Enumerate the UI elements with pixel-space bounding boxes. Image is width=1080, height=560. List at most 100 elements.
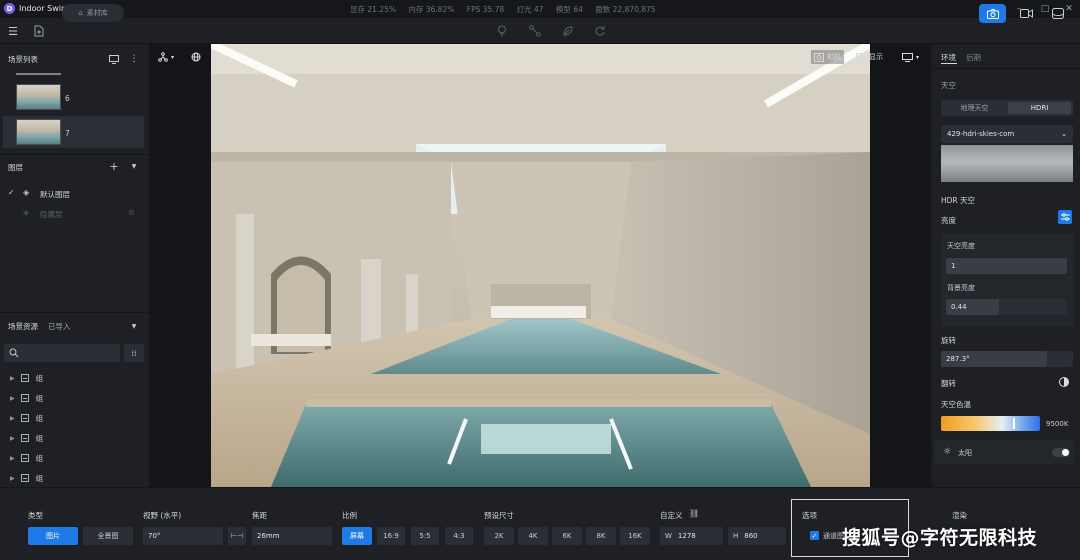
- link-icon[interactable]: ⛓: [689, 509, 699, 518]
- camera-view-label: 相机: [827, 53, 841, 61]
- transform-dropdown[interactable]: ▾: [158, 50, 174, 64]
- scene-thumbnail: [16, 84, 61, 110]
- photo-camera-button[interactable]: [979, 4, 1006, 23]
- layer-label[interactable]: 隐藏层: [40, 209, 63, 220]
- type-panorama-button[interactable]: 全景图: [83, 527, 133, 545]
- brightness-label: 亮度: [941, 216, 956, 225]
- sky-temperature-value: 9500K: [1046, 420, 1069, 428]
- asset-group-row[interactable]: ▶ 组: [10, 411, 43, 425]
- channel-checkbox[interactable]: ✓: [810, 531, 819, 540]
- display-icon: [856, 52, 866, 62]
- material-library-icon: ⌂: [78, 9, 83, 17]
- divider: [0, 312, 150, 313]
- layers-icon: ◈: [23, 208, 30, 217]
- focal-length-label: 焦距: [252, 511, 267, 520]
- ratio-5-5-button[interactable]: 5:5: [411, 527, 439, 545]
- globe-icon[interactable]: [191, 50, 201, 64]
- ratio-screen-button[interactable]: 屏幕: [342, 527, 372, 545]
- asset-group-row[interactable]: ▶ 组: [10, 391, 43, 405]
- grid-view-icon[interactable]: ⁞⁞: [124, 344, 144, 362]
- asset-group-row[interactable]: ▶ 组: [10, 471, 43, 485]
- type-image-button[interactable]: 图片: [28, 527, 78, 545]
- asset-group-row[interactable]: ▶ 组: [10, 371, 43, 385]
- leaf-icon[interactable]: [560, 23, 576, 39]
- expand-icon[interactable]: ▶: [10, 395, 15, 402]
- scene-label: 7: [65, 129, 70, 138]
- flip-label: 翻转: [941, 379, 956, 388]
- app-logo-icon: D: [4, 3, 15, 14]
- group-icon: [20, 374, 29, 382]
- hdri-tab[interactable]: HDRI: [1008, 102, 1071, 114]
- light-bulb-icon[interactable]: [494, 23, 510, 39]
- hdri-preview-image: [941, 145, 1073, 182]
- sky-brightness-slider[interactable]: 1: [946, 258, 1067, 274]
- watermark: 搜狐号@字符无限科技: [842, 527, 1038, 549]
- new-file-icon[interactable]: [32, 23, 46, 39]
- geo-sky-tab[interactable]: 地理天空: [943, 102, 1006, 114]
- filter-icon[interactable]: ▼: [128, 320, 140, 332]
- more-options-icon[interactable]: ⋮: [128, 53, 140, 65]
- group-icon: [20, 394, 29, 402]
- background-brightness-slider[interactable]: 0.44: [946, 299, 1067, 315]
- slider-fill: [946, 258, 1067, 274]
- camera-view-button[interactable]: 相机: [811, 50, 844, 64]
- refresh-icon[interactable]: [592, 23, 608, 39]
- rotation-slider[interactable]: 287.3°: [941, 351, 1073, 367]
- options-label: 选项: [802, 511, 817, 520]
- render-preview[interactable]: [211, 44, 870, 487]
- collapse-icon[interactable]: ▼: [128, 160, 140, 172]
- tab-environment[interactable]: 环境: [941, 52, 956, 63]
- monitor-icon[interactable]: [108, 53, 120, 65]
- preset-6k-button[interactable]: 6K: [552, 527, 582, 545]
- video-camera-button[interactable]: [1014, 4, 1038, 23]
- viewport-settings-dropdown[interactable]: ▾: [902, 50, 919, 64]
- preset-16k-button[interactable]: 16K: [620, 527, 650, 545]
- fov-input[interactable]: 70°: [143, 527, 223, 545]
- rotation-label: 旋转: [941, 336, 956, 345]
- tab-post-processing[interactable]: 后期: [966, 52, 981, 63]
- adjust-sliders-icon[interactable]: [1058, 210, 1072, 224]
- expand-icon[interactable]: ▶: [10, 415, 15, 422]
- eye-hidden-icon[interactable]: ⊘: [128, 208, 135, 217]
- mask-icon[interactable]: [212, 50, 222, 64]
- panorama-button[interactable]: [1046, 4, 1070, 23]
- camera-icon: [986, 8, 999, 19]
- group-label: 组: [35, 453, 44, 463]
- ratio-4-3-button[interactable]: 4:3: [445, 527, 473, 545]
- preset-2k-button[interactable]: 2K: [484, 527, 514, 545]
- ratio-16-9-button[interactable]: 16:9: [377, 527, 405, 545]
- assets-imported-tab[interactable]: 已导入: [48, 321, 71, 332]
- asset-search-input[interactable]: [4, 344, 120, 362]
- preset-4k-button[interactable]: 4K: [518, 527, 548, 545]
- display-button[interactable]: 显示: [856, 50, 883, 64]
- asset-group-row[interactable]: ▶ 组: [10, 431, 43, 445]
- menu-icon[interactable]: ☰: [6, 23, 20, 39]
- add-layer-icon[interactable]: +: [108, 160, 120, 173]
- check-icon[interactable]: ✓: [8, 188, 15, 197]
- hdri-select[interactable]: 429-hdri-skies-com ⌄: [941, 125, 1073, 143]
- chevron-down-icon: ▾: [171, 53, 175, 61]
- asset-group-row[interactable]: ▶ 组: [10, 451, 43, 465]
- expand-icon[interactable]: ▶: [10, 455, 15, 462]
- divider: [0, 154, 150, 155]
- material-library-button[interactable]: ⌂ 素材库: [62, 4, 124, 22]
- expand-icon[interactable]: ▶: [10, 375, 15, 382]
- preset-8k-button[interactable]: 8K: [586, 527, 616, 545]
- scene-list-title: 场景列表: [8, 55, 38, 64]
- assets-title[interactable]: 场景资源: [8, 321, 38, 332]
- flip-toggle-icon[interactable]: [1059, 377, 1069, 387]
- focal-length-input[interactable]: 26mm: [252, 527, 332, 545]
- sky-temperature-slider[interactable]: [941, 416, 1040, 431]
- layer-label[interactable]: 默认图层: [40, 189, 70, 200]
- sun-toggle[interactable]: [1052, 448, 1070, 457]
- fov-lock-icon[interactable]: ⊢⊣: [228, 527, 246, 545]
- display-label: 显示: [869, 53, 883, 61]
- vram-stat: 显存 21.25%: [350, 5, 396, 14]
- expand-icon[interactable]: ▶: [10, 475, 15, 482]
- path-tool-icon[interactable]: [527, 23, 543, 39]
- custom-height-input[interactable]: H 860: [728, 527, 786, 545]
- expand-icon[interactable]: ▶: [10, 435, 15, 442]
- slider-handle[interactable]: [1013, 418, 1015, 429]
- group-label: 组: [35, 413, 44, 423]
- custom-width-input[interactable]: W 1278: [660, 527, 723, 545]
